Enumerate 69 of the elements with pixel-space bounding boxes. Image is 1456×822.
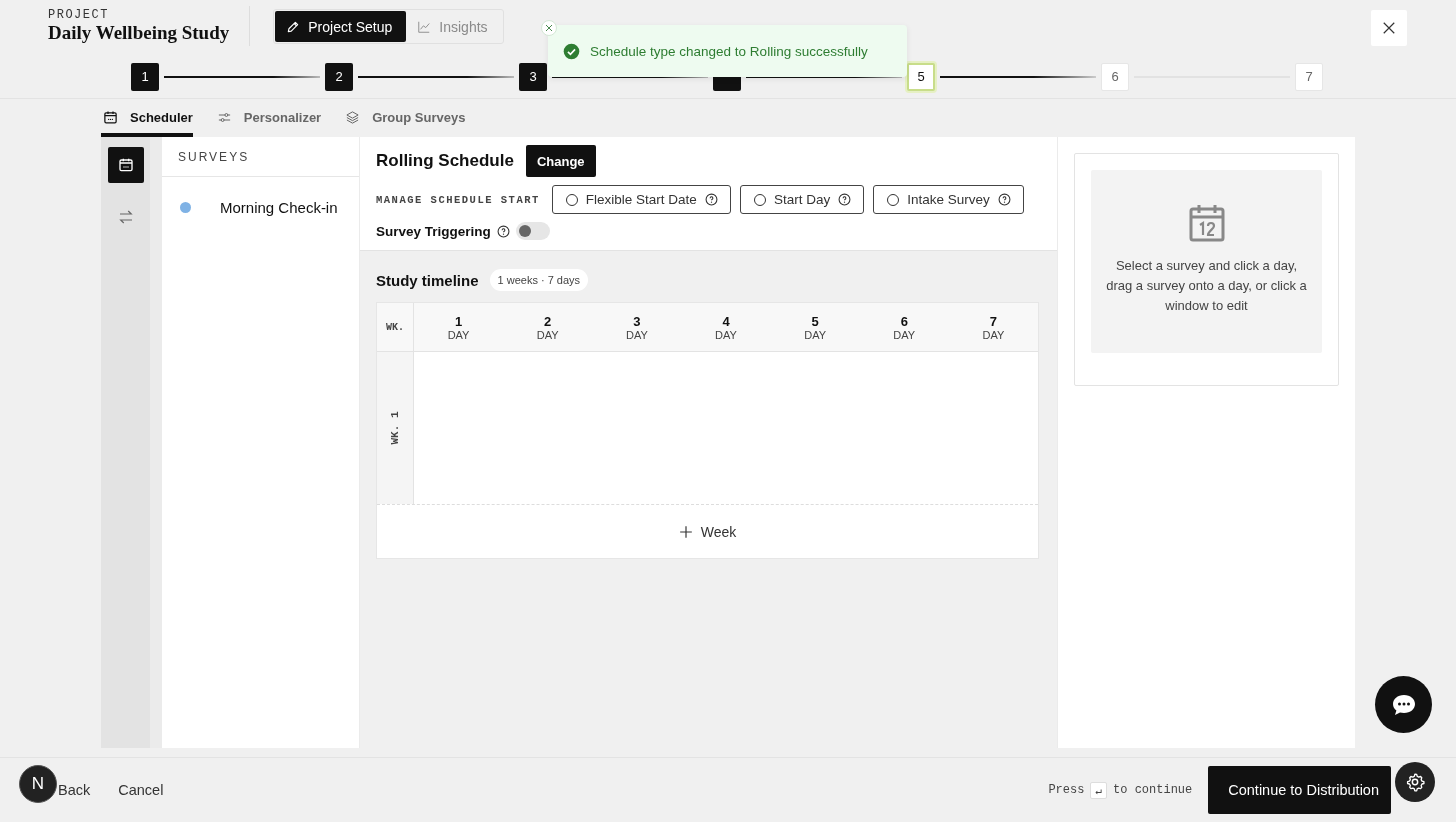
change-button[interactable]: Change	[525, 145, 596, 177]
close-icon[interactable]	[541, 20, 557, 36]
step-marker[interactable]: 2	[325, 62, 353, 91]
duration-badge: 1 weeks · 7 days	[489, 269, 589, 291]
start-option[interactable]: Flexible Start Date	[551, 185, 731, 214]
week-label: WK. 1	[389, 411, 401, 445]
day-number: 7	[989, 313, 998, 329]
step-marker[interactable]: 1	[131, 62, 159, 91]
step-marker[interactable]: 7	[1295, 62, 1323, 91]
app-logo[interactable]: N	[19, 765, 57, 803]
chat-button[interactable]	[1375, 676, 1432, 733]
cancel-button[interactable]: Cancel	[118, 782, 164, 798]
day-label: DAY	[447, 328, 470, 341]
back-button[interactable]: Back	[58, 782, 91, 798]
toast-message: Schedule type changed to Rolling successfully	[590, 43, 868, 59]
step-marker[interactable]: 5	[907, 62, 935, 91]
step-marker[interactable]: 6	[1101, 62, 1129, 91]
step-marker[interactable]: 3	[519, 62, 547, 91]
day-number: 6	[900, 313, 908, 329]
close-icon	[1382, 20, 1396, 35]
timeline-title: Study timeline	[376, 271, 479, 289]
survey-item[interactable]: Morning Check-in	[220, 199, 338, 216]
start-option[interactable]: Intake Survey	[873, 185, 1024, 214]
swap-icon	[116, 208, 135, 226]
chat-icon	[1390, 692, 1417, 717]
settings-icon	[1405, 772, 1425, 792]
settings-button[interactable]	[1395, 762, 1435, 802]
project-label: PROJECT	[48, 7, 110, 22]
column-header: WK.	[386, 321, 404, 333]
day-number: 1	[454, 313, 463, 329]
layers-icon	[345, 110, 361, 125]
day-number: 4	[722, 313, 730, 329]
plus-icon	[678, 524, 693, 539]
sliders-icon	[216, 110, 232, 125]
day-number: 2	[544, 313, 552, 329]
day-label: DAY	[536, 328, 559, 341]
day-number: 5	[811, 313, 819, 329]
hint-text: Press	[1048, 783, 1085, 797]
key-cap: ↵	[1090, 781, 1108, 799]
check-circle-icon	[563, 42, 580, 60]
help-icon	[496, 224, 510, 238]
schedule-title: Rolling Schedule	[376, 151, 514, 171]
start-option[interactable]: Start Day	[739, 185, 865, 214]
hint-text: to continue	[1113, 783, 1193, 797]
view-tab[interactable]: Group Surveys	[343, 99, 466, 137]
chart-icon	[417, 19, 432, 34]
calendar-icon	[103, 110, 118, 125]
help-icon	[997, 193, 1011, 206]
view-tab[interactable]: Personalizer	[214, 99, 322, 137]
mode-tab[interactable]: Project Setup	[275, 11, 407, 42]
calendar-icon	[117, 157, 134, 173]
empty-state-text: Select a survey and click a day, drag a survey onto a day, or click a window to edit	[1105, 257, 1308, 315]
help-icon	[838, 193, 852, 206]
day-label: DAY	[982, 328, 1005, 341]
pencil-icon	[286, 19, 301, 34]
panel-heading: SURVEYS	[178, 149, 250, 164]
continue-button[interactable]: Continue to Distribution	[1208, 766, 1391, 814]
day-label: DAY	[625, 328, 648, 341]
day-number: 3	[633, 313, 641, 329]
setting-label: Survey Triggering	[376, 223, 491, 239]
project-title: Daily Wellbeing Study	[48, 21, 230, 44]
rail-button[interactable]	[107, 147, 144, 183]
day-label: DAY	[804, 328, 827, 341]
day-label: DAY	[893, 328, 916, 341]
toggle-switch[interactable]	[515, 222, 550, 240]
day-label: DAY	[715, 328, 737, 341]
calendar-icon	[1188, 204, 1225, 242]
section-label: MANAGE SCHEDULE START	[376, 193, 540, 206]
help-icon	[704, 193, 718, 206]
